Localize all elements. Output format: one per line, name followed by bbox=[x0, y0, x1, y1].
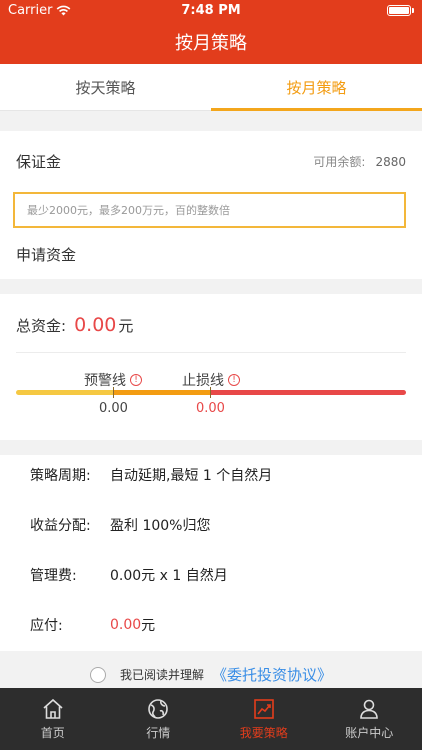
bottom-tab-home[interactable]: 首页 bbox=[0, 688, 106, 750]
profit-value: 盈利 100%归您 bbox=[110, 518, 211, 534]
available-balance: 可用余额: 2880 bbox=[313, 153, 406, 170]
balance-label: 可用余额: bbox=[313, 155, 366, 169]
risk-bar bbox=[16, 390, 406, 395]
warning-line-text: 预警线 bbox=[84, 373, 126, 389]
bottom-tab-market[interactable]: 行情 bbox=[106, 688, 212, 750]
apply-funds-label: 申请资金 bbox=[16, 246, 77, 264]
tab-daily-strategy[interactable]: 按天策略 bbox=[0, 64, 211, 110]
risk-bar-warning-segment bbox=[114, 390, 211, 395]
stoploss-line-tick bbox=[210, 387, 211, 398]
fee-label: 管理费: bbox=[30, 568, 77, 584]
period-label: 策略周期: bbox=[30, 468, 91, 484]
risk-bar-stoploss-segment bbox=[211, 390, 406, 395]
strategy-tabs: 按天策略 按月策略 bbox=[0, 64, 422, 111]
agreement-link[interactable]: 《委托投资协议》 bbox=[212, 664, 332, 685]
risk-bar-safe-segment bbox=[16, 390, 114, 395]
globe-icon bbox=[148, 699, 169, 719]
stoploss-line-value: 0.00 bbox=[196, 401, 225, 416]
bottom-tab-account[interactable]: 账户中心 bbox=[317, 688, 422, 750]
stoploss-line-label: 止损线 ! bbox=[182, 370, 240, 390]
carrier-info: Carrier bbox=[8, 3, 71, 18]
warning-line-tick bbox=[113, 387, 114, 398]
stoploss-info-icon[interactable]: ! bbox=[228, 374, 240, 386]
fee-value: 0.00元 x 1 自然月 bbox=[110, 568, 228, 584]
strategy-summary-section: 策略周期: 自动延期,最短 1 个自然月 收益分配: 盈利 100%归您 管理费… bbox=[0, 455, 422, 651]
agreement-row: 我已阅读并理解 《委托投资协议》 bbox=[0, 664, 422, 685]
tab-monthly-strategy[interactable]: 按月策略 bbox=[211, 64, 422, 111]
warning-info-icon[interactable]: ! bbox=[130, 374, 142, 386]
payable-label: 应付: bbox=[30, 618, 63, 634]
total-funds-section: 总资金: 0.00 元 预警线 ! 止损线 ! 0.00 0.00 bbox=[0, 294, 422, 440]
deposit-input[interactable] bbox=[13, 192, 406, 228]
agreement-text: 我已阅读并理解 bbox=[119, 668, 204, 682]
total-funds-unit: 元 bbox=[118, 317, 134, 335]
page-title: 按月策略 bbox=[175, 33, 247, 54]
bottom-tab-account-label: 账户中心 bbox=[345, 726, 394, 740]
home-icon bbox=[43, 698, 63, 719]
fee-row: 管理费: 0.00元 x 1 自然月 bbox=[30, 565, 228, 585]
deposit-section: 保证金 可用余额: 2880 申请资金 bbox=[0, 131, 422, 279]
user-icon bbox=[360, 699, 379, 719]
agreement-radio[interactable] bbox=[89, 666, 106, 683]
payable-unit: 元 bbox=[141, 618, 156, 634]
bottom-tab-strategy[interactable]: 我要策略 bbox=[211, 688, 317, 750]
profit-row: 收益分配: 盈利 100%归您 bbox=[30, 515, 210, 535]
bottom-tab-strategy-label: 我要策略 bbox=[239, 726, 288, 740]
deposit-label: 保证金 bbox=[16, 153, 62, 171]
carrier-name: Carrier bbox=[8, 2, 53, 18]
total-funds-value: 0.00 bbox=[74, 314, 117, 336]
profit-label: 收益分配: bbox=[30, 518, 91, 534]
payable-value: 0.00 bbox=[110, 617, 142, 633]
period-row: 策略周期: 自动延期,最短 1 个自然月 bbox=[30, 465, 272, 485]
balance-value: 2880 bbox=[375, 155, 406, 169]
battery-icon bbox=[387, 4, 414, 16]
stoploss-line-text: 止损线 bbox=[182, 373, 224, 389]
bottom-tab-bar: 首页 行情 我要策略 账户中心 bbox=[0, 688, 422, 750]
wifi-icon bbox=[57, 5, 71, 15]
divider bbox=[16, 352, 406, 353]
status-bar: Carrier 7:48 PM bbox=[0, 0, 422, 20]
deposit-row: 保证金 可用余额: 2880 bbox=[16, 151, 406, 172]
total-funds-label: 总资金: bbox=[16, 317, 67, 335]
trend-chart-icon bbox=[253, 699, 274, 719]
bottom-tab-home-label: 首页 bbox=[40, 726, 65, 740]
bottom-tab-market-label: 行情 bbox=[146, 726, 171, 740]
total-funds-row: 总资金: 0.00 元 bbox=[16, 314, 133, 336]
warning-line-value: 0.00 bbox=[99, 401, 128, 416]
period-value: 自动延期,最短 1 个自然月 bbox=[110, 468, 273, 484]
nav-bar: 按月策略 bbox=[0, 20, 422, 64]
payable-row: 应付: 0.00 元 bbox=[30, 615, 155, 635]
